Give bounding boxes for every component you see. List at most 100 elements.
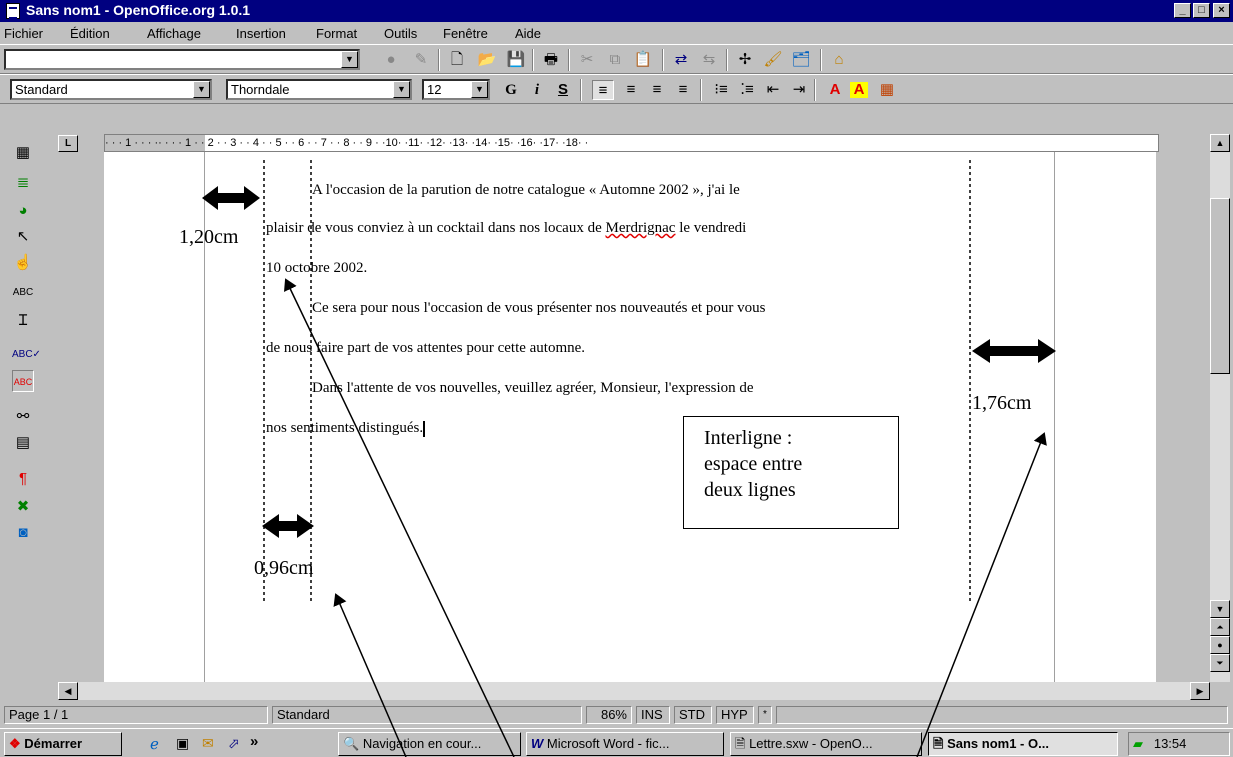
nonprinting-characters-icon[interactable]: ¶ (12, 468, 34, 490)
insert-table-icon[interactable]: ▦ (12, 142, 34, 164)
menu-affichage[interactable]: Affichage (147, 26, 201, 41)
more-icons-chevron[interactable]: » (250, 733, 258, 750)
navigator-icon[interactable]: ✢ (734, 50, 756, 70)
text-cursor-icon[interactable]: Ɪ (12, 310, 34, 332)
highlight-icon[interactable]: A (850, 82, 868, 98)
align-right-icon[interactable]: ≡ (646, 80, 668, 100)
desktop-icon[interactable]: ▣ (176, 735, 189, 752)
menu-aide[interactable]: Aide (515, 26, 541, 41)
internet-explorer-icon[interactable]: ℯ (150, 735, 159, 753)
cut-icon[interactable]: ✂ (576, 50, 598, 70)
menu-fenetre[interactable]: Fenêtre (443, 26, 488, 41)
chevron-down-icon[interactable]: ▼ (193, 81, 210, 98)
numbering-icon[interactable]: ⁝≡ (710, 80, 732, 100)
font-size-combobox[interactable]: 12 ▼ (422, 79, 490, 100)
chevron-down-icon[interactable]: ▼ (471, 81, 488, 98)
task-word[interactable]: W Microsoft Word - fic... (526, 732, 724, 756)
undo-icon[interactable]: ⇄ (670, 50, 692, 70)
horizontal-scrollbar[interactable]: ◀ ▶ (58, 682, 1210, 700)
scroll-right-button[interactable]: ▶ (1190, 682, 1210, 700)
menu-fichier[interactable]: Fichier (4, 26, 43, 41)
task-lettre[interactable]: 🗎 Lettre.sxw - OpenO... (730, 732, 922, 756)
data-sources-icon[interactable]: ⌂ (828, 50, 850, 70)
paste-icon[interactable]: 📋 (632, 50, 654, 70)
menu-outils[interactable]: Outils (384, 26, 417, 41)
scroll-up-button[interactable]: ▲ (1210, 134, 1230, 152)
hyperlink-mode[interactable]: HYP (716, 706, 754, 724)
task-navigation[interactable]: 🔍 Navigation en cour... (338, 732, 521, 756)
menu-format[interactable]: Format (316, 26, 357, 41)
underline-button[interactable]: S (552, 80, 574, 100)
gallery-icon[interactable]: 🗂 (790, 50, 812, 70)
edit-file-icon[interactable]: ✎ (410, 50, 432, 70)
form-functions-icon[interactable]: ☝ (12, 252, 34, 274)
edit-autotext-icon[interactable]: ABC (12, 282, 34, 304)
align-center-icon[interactable]: ≡ (620, 80, 642, 100)
align-left-icon[interactable]: ≡ (592, 80, 614, 100)
menu-bar: Fichier Édition Affichage Insertion Form… (0, 22, 1233, 44)
start-button[interactable]: ❖ Démarrer (4, 732, 122, 756)
minimize-button[interactable]: _ (1174, 3, 1191, 18)
outlook-icon[interactable]: ✉ (202, 735, 214, 752)
text-line[interactable]: Dans l'attente de vos nouvelles, veuille… (312, 380, 754, 397)
text-line[interactable]: nos sentiments distingués. (266, 420, 426, 437)
chevron-down-icon[interactable]: ▼ (341, 51, 358, 68)
close-button[interactable]: × (1213, 3, 1230, 18)
increase-indent-icon[interactable]: ⇥ (788, 80, 810, 100)
maximize-button[interactable]: □ (1193, 3, 1210, 18)
text-line[interactable]: A l'occasion de la parution de notre cat… (312, 182, 740, 199)
online-layout-icon[interactable]: ◙ (12, 522, 34, 544)
url-combobox[interactable]: ▼ (4, 49, 360, 70)
tab-stop-selector[interactable]: L (58, 135, 78, 152)
bold-button[interactable]: G (500, 80, 522, 100)
italic-button[interactable]: i (526, 80, 548, 100)
decrease-indent-icon[interactable]: ⇤ (762, 80, 784, 100)
previous-page-button[interactable]: ⏶ (1210, 618, 1230, 636)
next-page-button[interactable]: ⏷ (1210, 654, 1230, 672)
insert-mode[interactable]: INS (636, 706, 670, 724)
print-icon[interactable]: 🖶 (540, 50, 562, 70)
horizontal-ruler[interactable]: · · · 1 · · · ·· · · · 1 · · 2 · · 3 · ·… (104, 134, 1159, 152)
copy-icon[interactable]: ⧉ (604, 50, 626, 70)
font-color-icon[interactable]: A (824, 80, 846, 100)
zoom-level[interactable]: 86% (586, 706, 632, 724)
show-draw-functions-icon[interactable]: ↖ (12, 226, 34, 248)
scroll-left-button[interactable]: ◀ (58, 682, 78, 700)
menu-edition[interactable]: Édition (70, 26, 110, 41)
graphics-off-icon[interactable]: ✖ (12, 496, 34, 518)
find-replace-icon[interactable]: ⚯ (12, 406, 34, 428)
menu-insertion[interactable]: Insertion (236, 26, 286, 41)
selection-mode[interactable]: STD (674, 706, 712, 724)
scroll-down-button[interactable]: ▼ (1210, 600, 1230, 618)
background-color-icon[interactable]: ▦ (876, 80, 898, 100)
font-name-combobox[interactable]: Thorndale ▼ (226, 79, 412, 100)
channels-icon[interactable]: ⬀ (228, 735, 240, 752)
open-folder-icon[interactable]: 📂 (476, 50, 498, 70)
text-line[interactable]: Ce sera pour nous l'occasion de vous pré… (312, 300, 765, 317)
page-style[interactable]: Standard (272, 706, 582, 724)
new-document-icon[interactable]: 🗋 (446, 50, 468, 70)
task-sans-nom[interactable]: 🗎 Sans nom1 - O... (928, 732, 1118, 756)
autospellcheck-icon[interactable]: ABC (12, 370, 34, 392)
navigation-button[interactable]: ● (1210, 636, 1230, 654)
chevron-down-icon[interactable]: ▼ (393, 81, 410, 98)
bullets-icon[interactable]: ⁚≡ (736, 80, 758, 100)
text-line[interactable]: 10 octobre 2002. (266, 260, 367, 277)
network-monitor-icon[interactable]: ▰ (1133, 736, 1143, 751)
scroll-thumb[interactable] (1210, 198, 1230, 374)
insert-objects-icon[interactable]: ◕ (12, 200, 34, 222)
paragraph-style-combobox[interactable]: Standard ▼ (10, 79, 212, 100)
separator (820, 49, 822, 71)
stop-icon[interactable]: ● (380, 50, 402, 70)
insert-fields-icon[interactable]: ≣ (12, 172, 34, 194)
save-icon[interactable]: 💾 (505, 50, 527, 70)
vertical-scrollbar[interactable]: ▲ ▼ ⏶ ● ⏷ (1210, 134, 1230, 682)
stylist-icon[interactable]: 🖌 (762, 50, 784, 70)
text-line[interactable]: plaisir de vous conviez à un cocktail da… (266, 220, 746, 237)
justify-icon[interactable]: ≡ (672, 80, 694, 100)
spellcheck-icon[interactable]: ABC✓ (12, 344, 41, 366)
text-line[interactable]: de nous faire part de vos attentes pour … (266, 340, 585, 357)
misspelled-word[interactable]: Merdrignac (606, 220, 676, 236)
data-sources-icon[interactable]: ▤ (12, 432, 34, 454)
redo-icon[interactable]: ⇆ (698, 50, 720, 70)
